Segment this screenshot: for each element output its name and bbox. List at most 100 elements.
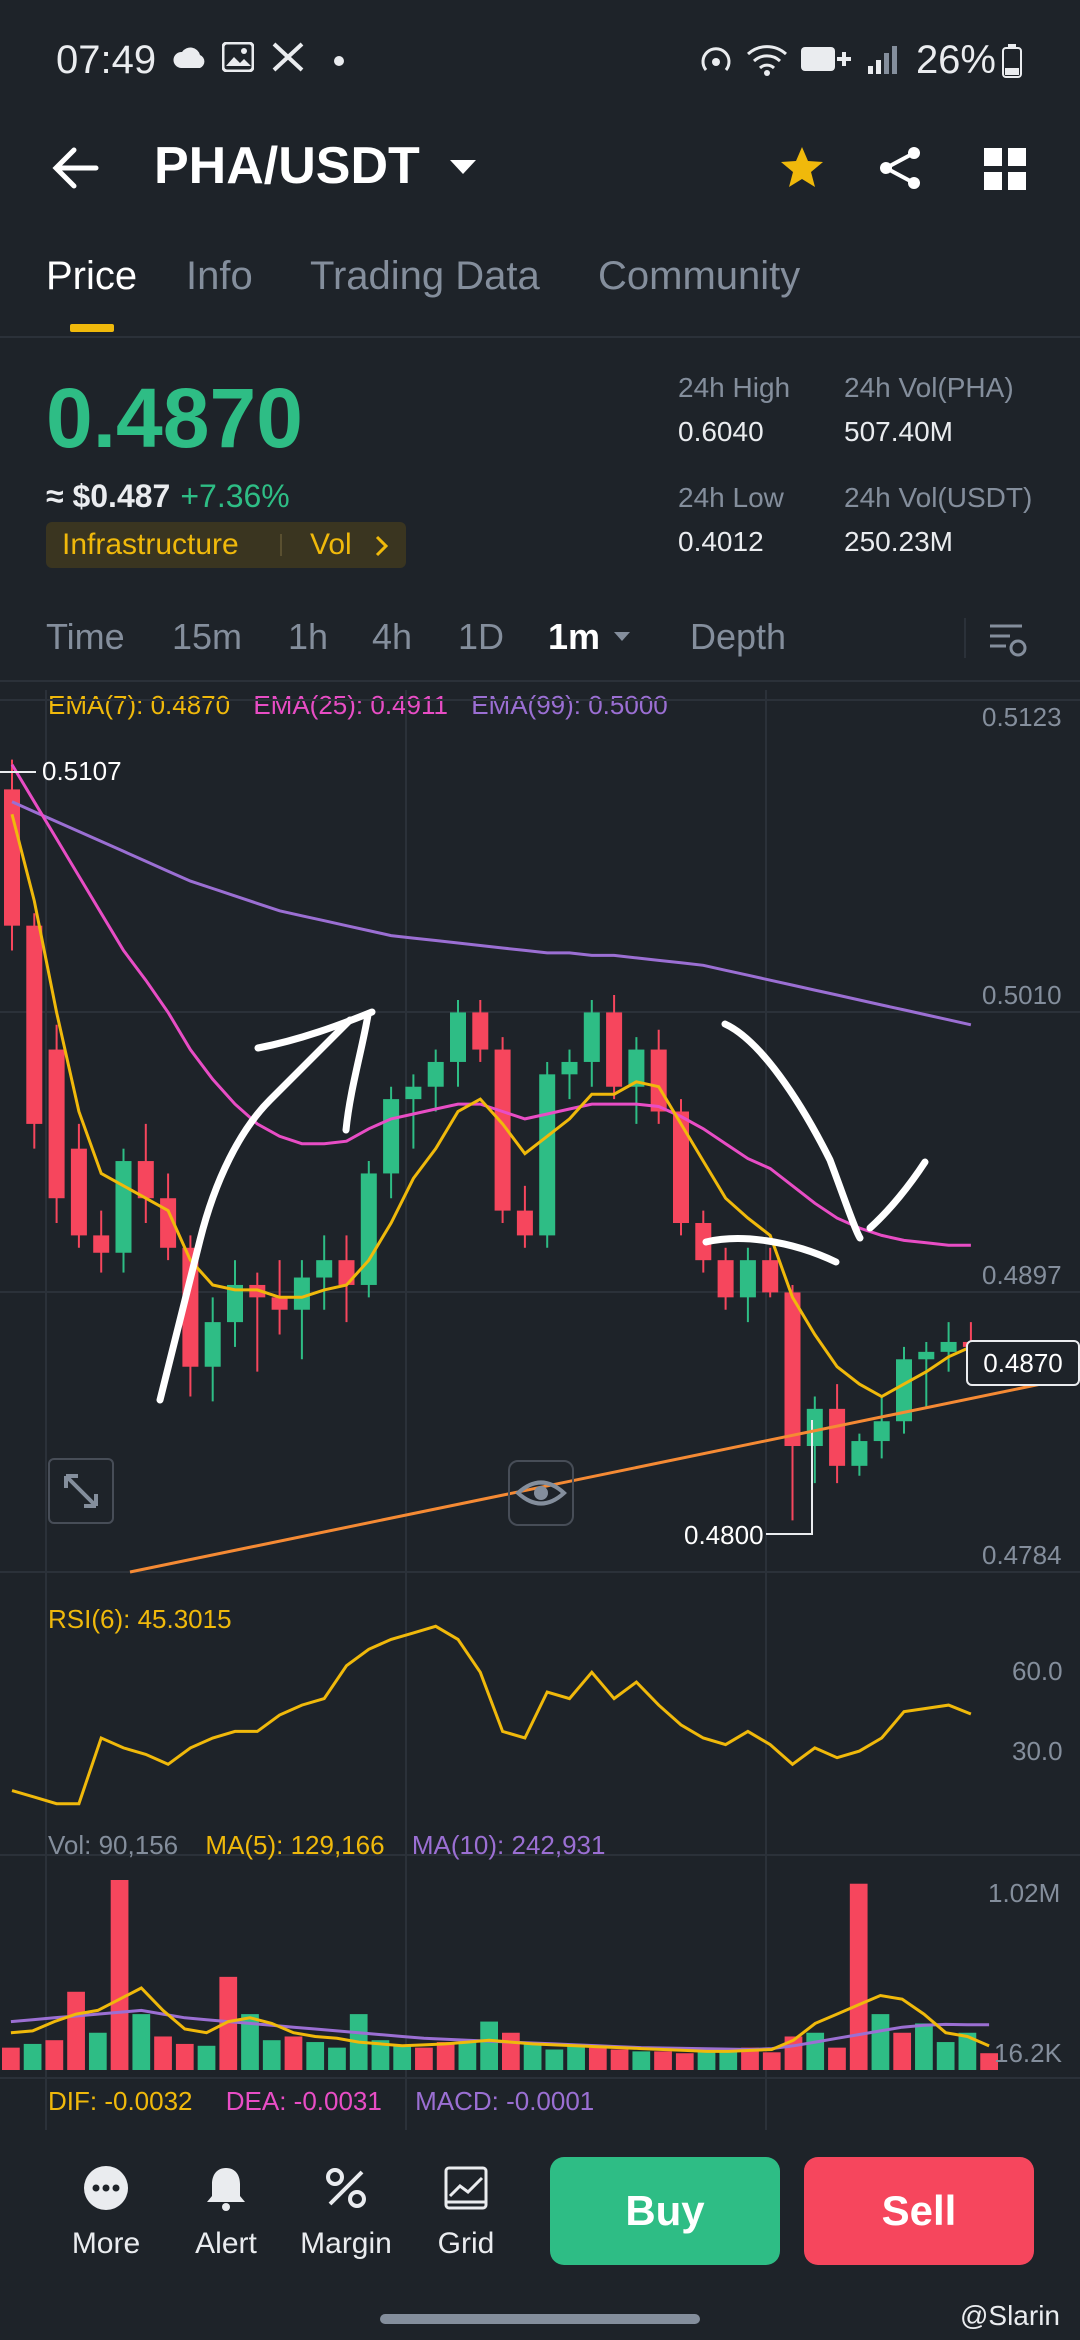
candle-body <box>873 1421 890 1442</box>
volume-bar <box>306 2042 325 2070</box>
back-arrow-icon[interactable] <box>50 146 100 195</box>
candle-body <box>48 1049 65 1199</box>
candle-body <box>383 1099 400 1174</box>
last-price: 0.4870 <box>46 371 303 465</box>
candle-body <box>26 925 43 1124</box>
category-tag[interactable]: Infrastructure Vol <box>46 522 406 568</box>
volume-bar <box>328 2047 346 2070</box>
buy-button[interactable]: Buy <box>550 2157 780 2265</box>
kline-chart[interactable] <box>0 682 1080 2136</box>
candle-body <box>606 1012 623 1087</box>
high-value: 0.6040 <box>678 416 764 447</box>
wifi-icon <box>746 44 788 81</box>
grid-menu-icon[interactable] <box>984 148 1026 195</box>
tf-15m[interactable]: 15m <box>172 616 242 658</box>
candle-body <box>650 1049 667 1112</box>
candle-body <box>427 1061 444 1087</box>
favorite-star-icon[interactable] <box>778 144 826 197</box>
volume-bar <box>654 2051 672 2070</box>
low-label: 24h Low <box>678 482 784 513</box>
tf-depth[interactable]: Depth <box>690 616 786 658</box>
volume-bar <box>23 2043 42 2070</box>
candle-body <box>829 1408 846 1466</box>
tag-divider <box>280 534 282 556</box>
ema7-line <box>10 813 972 1399</box>
vol-label: Vol: 90,156 <box>48 1830 179 1860</box>
candle-body <box>70 1148 87 1236</box>
tag-vol: Vol <box>310 528 352 561</box>
volume-bar <box>45 2040 64 2070</box>
candle-body <box>806 1408 823 1447</box>
nav-more[interactable]: More <box>56 2164 156 2261</box>
tab-price[interactable]: Price <box>46 254 137 299</box>
sell-button[interactable]: Sell <box>804 2157 1034 2265</box>
candle-body <box>940 1341 957 1352</box>
annotation-stroke <box>866 1158 929 1232</box>
ema25-line <box>10 763 971 1247</box>
current-price-value: 0.4870 <box>983 1348 1063 1378</box>
battery-icon <box>1002 44 1022 83</box>
candle-body <box>472 1012 489 1050</box>
x-icon <box>272 42 304 77</box>
candle-body <box>450 1012 466 1062</box>
nav-grid[interactable]: Grid <box>416 2164 516 2261</box>
chevron-down-icon[interactable] <box>448 158 478 183</box>
tab-trading-data[interactable]: Trading Data <box>310 254 540 299</box>
chevron-right-icon <box>374 532 390 566</box>
candle-body <box>583 1012 600 1062</box>
tf-1d[interactable]: 1D <box>458 616 504 658</box>
home-indicator[interactable] <box>380 2314 700 2324</box>
volume-panel <box>2 1880 998 2070</box>
grid-trading-icon <box>444 2166 488 2210</box>
macd-label: MACD: -0.0001 <box>415 2086 595 2116</box>
tab-community[interactable]: Community <box>598 254 800 299</box>
current-price-tag: 0.4870 <box>966 1340 1080 1386</box>
volume-bar <box>567 2045 585 2070</box>
tab-info[interactable]: Info <box>186 254 253 299</box>
fiat-price: ≈ $0.487 <box>46 478 171 514</box>
nav-alert[interactable]: Alert <box>176 2164 276 2261</box>
hotspot-icon <box>698 44 734 81</box>
pair-title: PHA/USDT <box>154 137 420 195</box>
tf-1h[interactable]: 1h <box>288 616 328 658</box>
expand-icon[interactable] <box>48 1458 114 1524</box>
ma5-label: MA(5): 129,166 <box>205 1830 385 1860</box>
volume-bar <box>284 2036 303 2070</box>
tf-4h[interactable]: 4h <box>372 616 412 658</box>
tf-1m[interactable]: 1m <box>548 616 600 658</box>
candle-body <box>673 1111 689 1224</box>
status-bar: 07:49 26% <box>0 0 1080 126</box>
candle-body <box>762 1260 779 1293</box>
rsi-tick-60: 60.0 <box>1012 1656 1063 1686</box>
chart-settings-icon[interactable] <box>988 622 1028 663</box>
vol-tick-min: 16.2K <box>994 2038 1062 2068</box>
volume-bar <box>458 2040 477 2070</box>
rsi-tick-30: 30.0 <box>1012 1736 1063 1766</box>
tf-time[interactable]: Time <box>46 616 125 658</box>
annotation-stroke <box>342 1011 372 1134</box>
candle-body <box>717 1260 734 1298</box>
volume-bar <box>67 1991 85 2070</box>
candle-body <box>93 1235 110 1253</box>
vol-quote-value: 250.23M <box>844 526 953 557</box>
volume-bar <box>523 2042 542 2070</box>
candle-body <box>204 1322 221 1367</box>
tf-dropdown-icon[interactable] <box>612 630 632 649</box>
vol-base-value: 507.40M <box>844 416 953 447</box>
volume-bar <box>675 2053 694 2070</box>
macd-legend: DIF: -0.0032 DEA: -0.0031 MACD: -0.0001 <box>48 2086 594 2117</box>
eye-icon[interactable] <box>508 1460 574 1526</box>
volume-bar <box>828 2047 846 2070</box>
status-time: 07:49 <box>56 38 157 82</box>
timeframe-bar: Time 15m 1h 4h 1D 1m Depth <box>0 600 1080 680</box>
pair-selector[interactable]: PHA/USDT <box>154 136 420 196</box>
volume-bar <box>610 2049 629 2070</box>
price-change: +7.36% <box>180 478 290 514</box>
tf-divider <box>964 618 966 658</box>
y-tick-1: 0.5123 <box>982 702 1062 732</box>
high-marker: 0.5107 <box>42 756 122 786</box>
nav-margin[interactable]: Margin <box>296 2164 396 2261</box>
candle-body <box>115 1161 132 1253</box>
share-icon[interactable] <box>876 144 924 197</box>
candle-body <box>271 1297 288 1310</box>
